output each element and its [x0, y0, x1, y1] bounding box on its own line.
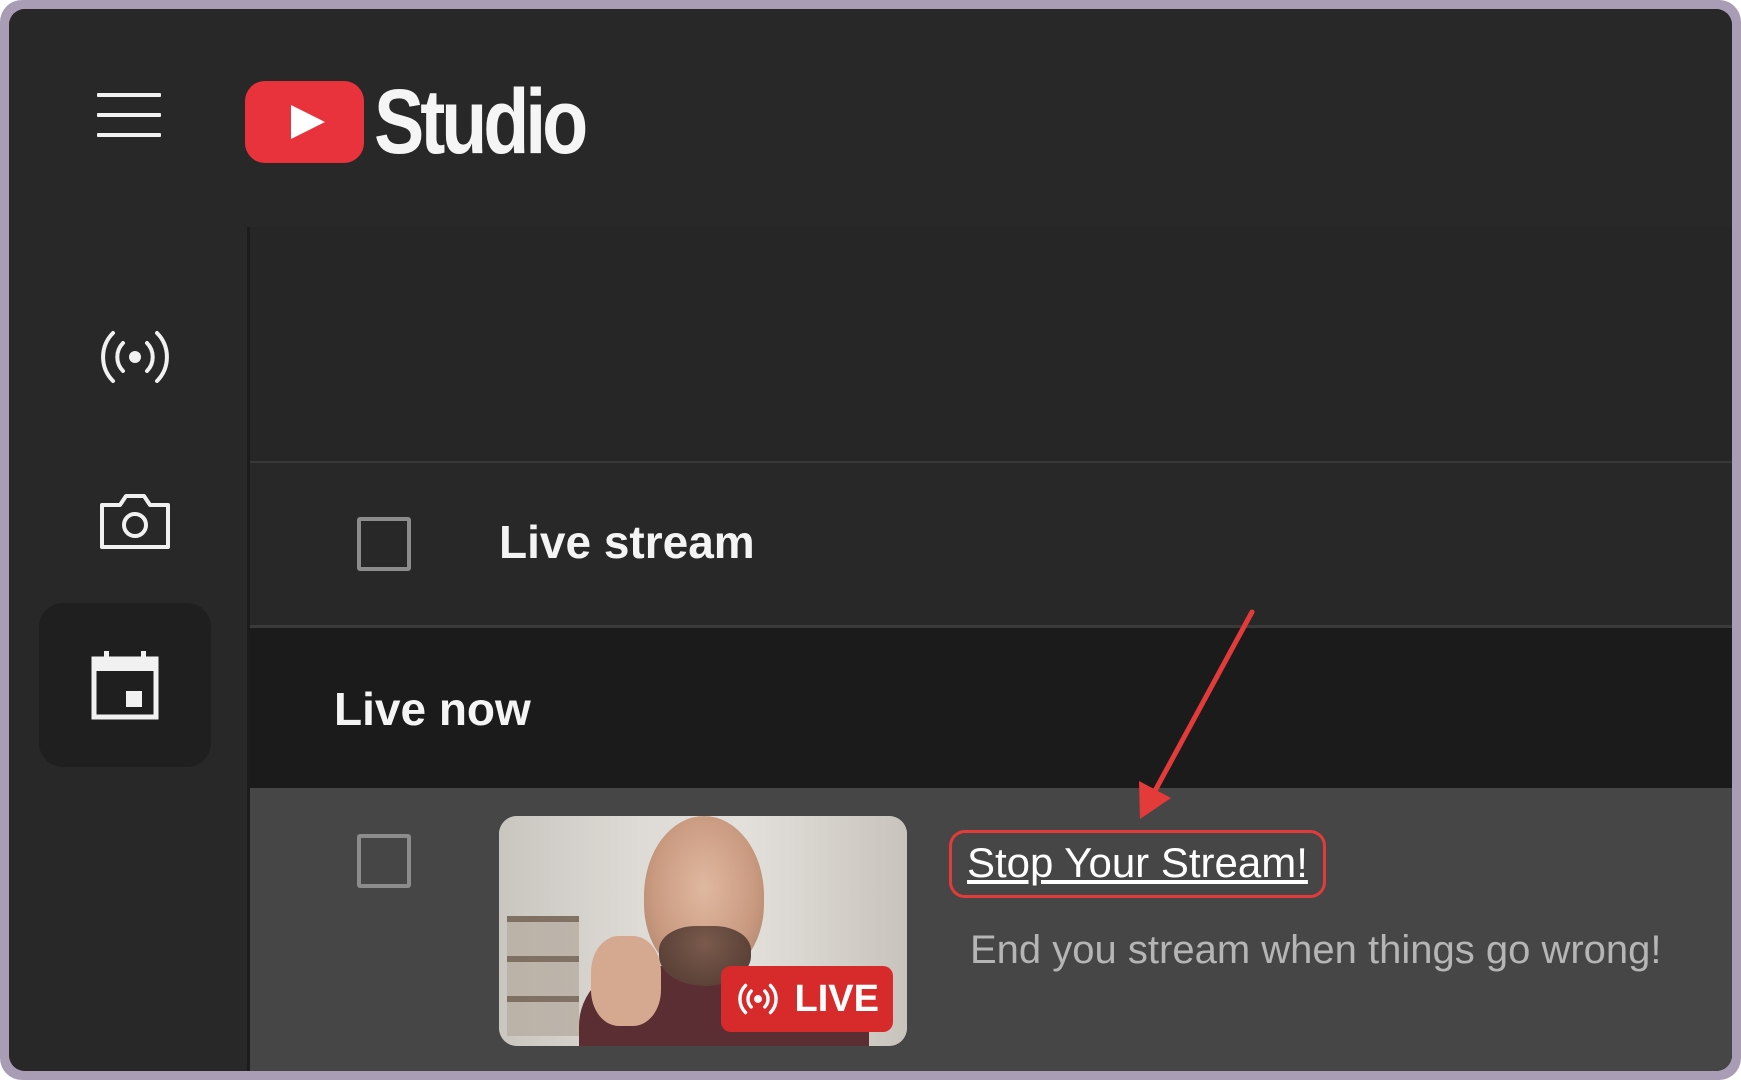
studio-app: Studio Live stream Live now LIVE Stop Yo… — [9, 9, 1732, 1071]
live-stream-checkbox[interactable] — [357, 517, 411, 571]
stop-stream-link[interactable]: Stop Your Stream! — [967, 839, 1308, 886]
youtube-studio-logo[interactable]: Studio — [245, 71, 630, 173]
stream-item-checkbox[interactable] — [357, 834, 411, 888]
main-content: Live stream Live now LIVE Stop Your Stre… — [250, 227, 1732, 1071]
content-top-area — [250, 227, 1732, 463]
camera-icon — [100, 494, 170, 549]
stream-list-item[interactable]: LIVE Stop Your Stream! End you stream wh… — [250, 788, 1732, 1071]
live-broadcast-icon — [101, 331, 169, 383]
live-badge-label: LIVE — [794, 977, 879, 1020]
live-now-title: Live now — [334, 683, 531, 735]
live-badge: LIVE — [720, 966, 893, 1032]
live-stream-title: Live stream — [499, 516, 755, 568]
sidebar-item-go-live[interactable] — [71, 293, 199, 421]
hamburger-menu-icon[interactable] — [97, 93, 161, 139]
live-broadcast-icon — [737, 983, 778, 1015]
youtube-play-logo-icon — [245, 81, 364, 163]
sidebar-item-manage[interactable] — [39, 603, 211, 767]
calendar-schedule-icon — [91, 651, 159, 720]
stream-description: End you stream when things go wrong! — [970, 928, 1662, 972]
live-now-section-header: Live now — [250, 628, 1732, 788]
logo-text: Studio — [374, 71, 588, 173]
top-header: Studio — [9, 9, 1732, 227]
live-stream-row[interactable]: Live stream — [250, 463, 1732, 628]
sidebar-item-camera[interactable] — [71, 457, 199, 585]
stop-stream-highlight: Stop Your Stream! — [949, 830, 1326, 898]
stream-thumbnail[interactable]: LIVE — [499, 816, 907, 1046]
sidebar — [9, 227, 250, 1071]
window-frame: Studio Live stream Live now LIVE Stop Yo… — [0, 0, 1741, 1080]
